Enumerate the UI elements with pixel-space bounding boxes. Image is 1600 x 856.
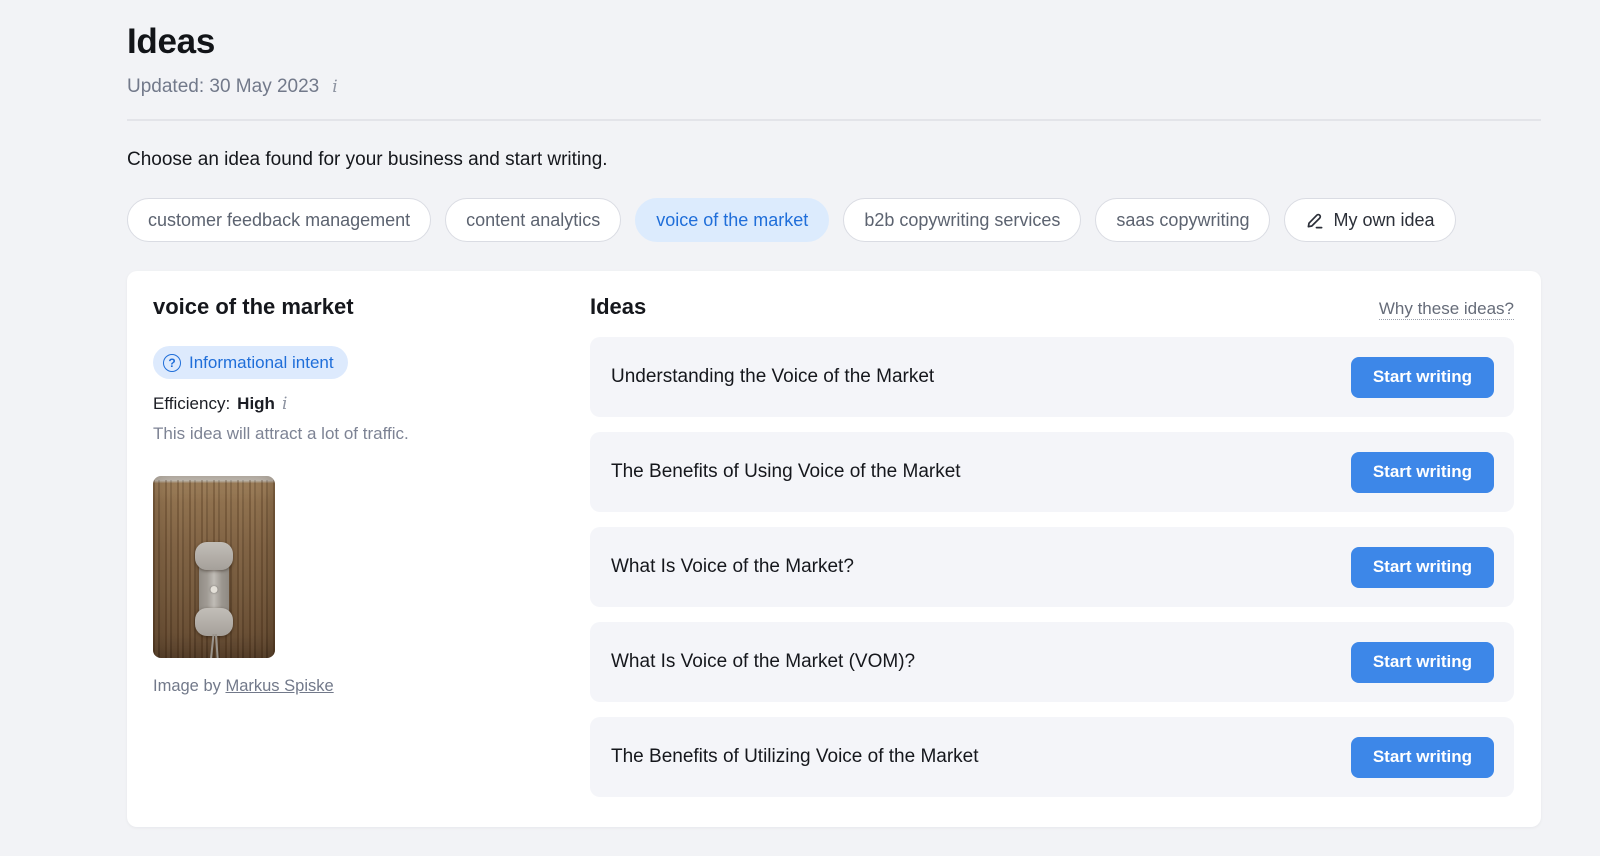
start-writing-button[interactable]: Start writing: [1350, 451, 1494, 493]
updated-label: Updated: 30 May 2023: [127, 76, 320, 97]
keyword-pill-label: customer feedback management: [148, 209, 411, 230]
ideas-list-header: Ideas Why these ideas?: [590, 293, 1514, 321]
efficiency-label: Efficiency:: [153, 394, 231, 413]
idea-row: The Benefits of Using Voice of the Marke…: [590, 432, 1514, 512]
start-writing-button[interactable]: Start writing: [1350, 736, 1494, 778]
header-divider: [127, 119, 1541, 121]
keyword-pill-saas-copywriting[interactable]: saas copywriting: [1095, 198, 1271, 242]
keyword-pill-voice-of-the-market[interactable]: voice of the market: [635, 198, 830, 242]
idea-row: The Benefits of Utilizing Voice of the M…: [590, 717, 1514, 797]
image-credit-prefix: Image by: [153, 677, 221, 695]
keyword-title: voice of the market: [153, 294, 354, 319]
keyword-pill-label: b2b copywriting services: [864, 209, 1061, 230]
start-writing-button[interactable]: Start writing: [1350, 641, 1494, 683]
ideas-page: Ideas Updated: 30 May 2023 i Choose an i…: [0, 0, 1600, 827]
efficiency-description: This idea will attract a lot of traffic.: [153, 424, 409, 443]
keyword-pill-label: voice of the market: [656, 209, 809, 230]
idea-title: What Is Voice of the Market (VOM)?: [611, 651, 916, 672]
image-credit: Image by Markus Spiske: [153, 677, 555, 696]
idea-title: Understanding the Voice of the Market: [611, 366, 935, 387]
pencil-icon: [1305, 210, 1325, 230]
intent-badge[interactable]: Informational intent: [153, 346, 348, 379]
info-icon[interactable]: i: [329, 77, 340, 97]
image-credit-link[interactable]: Markus Spiske: [225, 677, 333, 695]
idea-row: What Is Voice of the Market (VOM)? Start …: [590, 622, 1514, 702]
idea-title: The Benefits of Using Voice of the Marke…: [611, 461, 961, 482]
idea-title: The Benefits of Utilizing Voice of the M…: [611, 746, 979, 767]
keyword-pill-customer-feedback-management[interactable]: customer feedback management: [127, 198, 432, 242]
efficiency-value: High: [237, 394, 275, 413]
keyword-pill-label: My own idea: [1333, 209, 1435, 230]
keyword-pill-label: saas copywriting: [1116, 209, 1250, 230]
idea-title: What Is Voice of the Market?: [611, 556, 854, 577]
idea-image: [153, 476, 275, 658]
keyword-pills: customer feedback management content anal…: [127, 198, 1541, 242]
keyword-pill-b2b-copywriting-services[interactable]: b2b copywriting services: [843, 198, 1082, 242]
idea-card: voice of the market Informational intent…: [127, 271, 1541, 827]
start-writing-button[interactable]: Start writing: [1350, 546, 1494, 588]
idea-detail-panel: voice of the market Informational intent…: [153, 293, 555, 797]
keyword-pill-content-analytics[interactable]: content analytics: [445, 198, 622, 242]
keyword-pill-label: content analytics: [466, 209, 601, 230]
keyword-pill-my-own-idea[interactable]: My own idea: [1284, 198, 1456, 242]
why-these-ideas-link[interactable]: Why these ideas?: [1378, 299, 1514, 320]
ideas-list-panel: Ideas Why these ideas? Understanding the…: [590, 293, 1514, 797]
question-circle-icon: [163, 353, 181, 372]
idea-rows: Understanding the Voice of the Market Sta…: [590, 337, 1514, 797]
idea-row: Understanding the Voice of the Market Sta…: [590, 337, 1514, 417]
page-subtitle: Choose an idea found for your business a…: [127, 149, 608, 170]
efficiency-info-icon[interactable]: i: [279, 394, 290, 414]
start-writing-button[interactable]: Start writing: [1350, 356, 1494, 398]
updated-row: Updated: 30 May 2023 i: [127, 76, 1541, 98]
wall-phone-illustration: [195, 542, 233, 636]
efficiency-row: Efficiency: High i: [153, 394, 555, 414]
ideas-list-title: Ideas: [590, 294, 647, 319]
intent-badge-label: Informational intent: [189, 352, 334, 372]
idea-row: What Is Voice of the Market? Start writin…: [590, 527, 1514, 607]
page-title: Ideas: [127, 22, 215, 61]
